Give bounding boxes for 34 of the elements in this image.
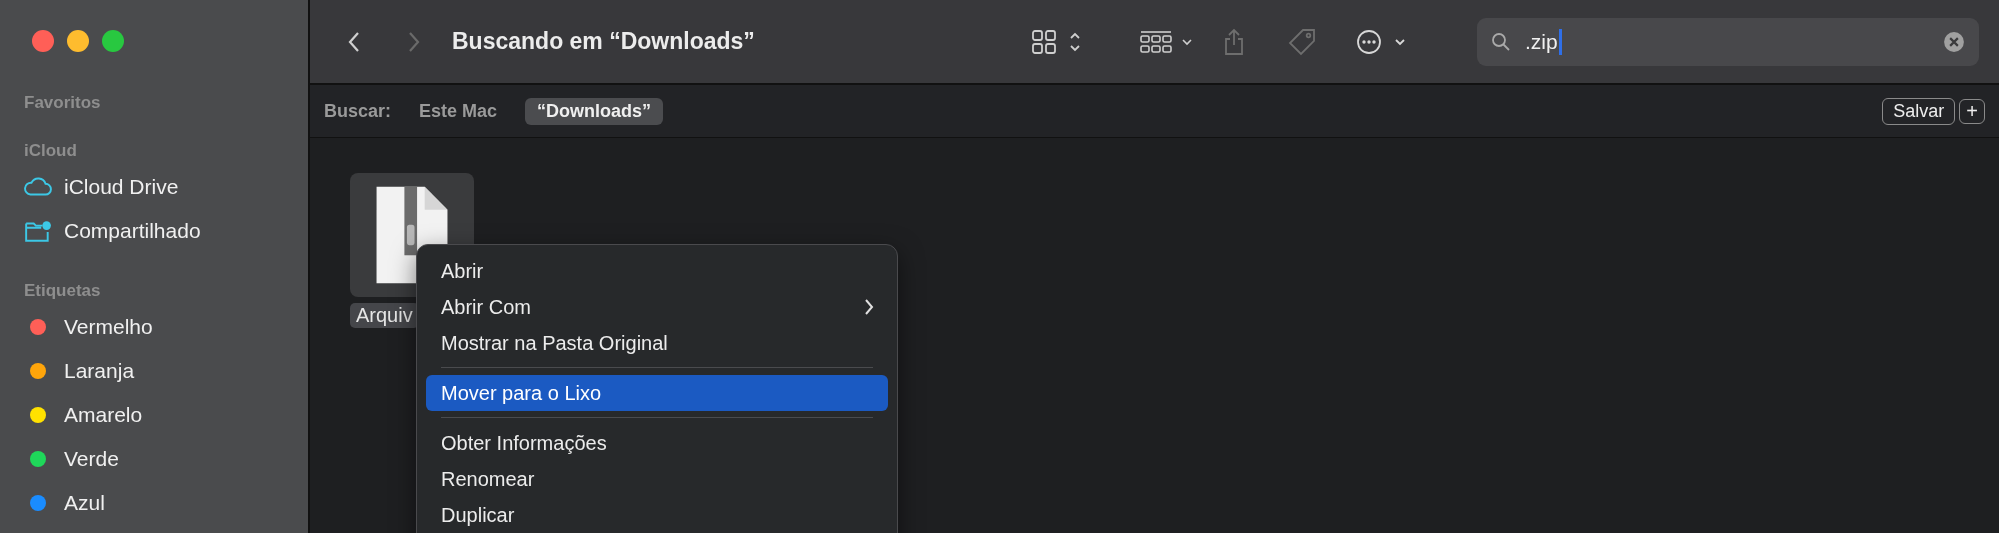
sidebar-item[interactable]: iCloud Drive — [64, 175, 179, 199]
window-title: Buscando em “Downloads” — [452, 28, 755, 55]
menu-item[interactable]: Mostrar na Pasta Original — [426, 325, 888, 361]
sidebar-item[interactable]: Amarelo — [64, 403, 143, 427]
sidebar-item[interactable]: Verde — [64, 447, 119, 471]
sidebar-item[interactable]: Laranja — [64, 359, 135, 383]
menu-item[interactable]: Renomear — [426, 461, 888, 497]
sidebar-item[interactable]: Azul — [64, 491, 105, 515]
menu-item[interactable]: Duplicar — [426, 497, 888, 533]
icon-view-icon[interactable] — [1031, 28, 1083, 55]
scope-label: Buscar: — [324, 100, 392, 122]
search-field[interactable]: .zip — [1477, 17, 1979, 66]
file-name[interactable]: Arquiv — [350, 303, 419, 328]
section-heading: Etiquetas — [24, 281, 102, 301]
chevron-icon — [864, 298, 874, 316]
search-icon — [1491, 31, 1511, 52]
close-button[interactable] — [32, 30, 54, 52]
clear-icon[interactable] — [1943, 30, 1965, 53]
section-heading: Favoritos — [24, 93, 102, 113]
menu-item[interactable]: Obter Informações — [426, 425, 888, 461]
sidebar-item[interactable]: Compartilhado — [64, 219, 201, 243]
menu-item[interactable]: Abrir — [426, 253, 888, 289]
scope-option[interactable]: “Downloads” — [525, 97, 664, 125]
menu-item[interactable]: Mover para o Lixo — [426, 375, 888, 411]
scope-option[interactable]: Este Mac — [407, 97, 510, 125]
zoom-button[interactable] — [102, 30, 124, 52]
sidebar-item[interactable]: Vermelho — [64, 315, 153, 339]
add-button[interactable]: + — [1959, 98, 1985, 124]
save-button[interactable]: Salvar — [1882, 97, 1956, 125]
menu-item[interactable]: Abrir Com — [426, 289, 888, 325]
section-heading: iCloud — [24, 141, 78, 161]
minimize-button[interactable] — [67, 30, 89, 52]
shared-folder-icon — [24, 219, 52, 243]
cloud-icon — [24, 175, 52, 199]
